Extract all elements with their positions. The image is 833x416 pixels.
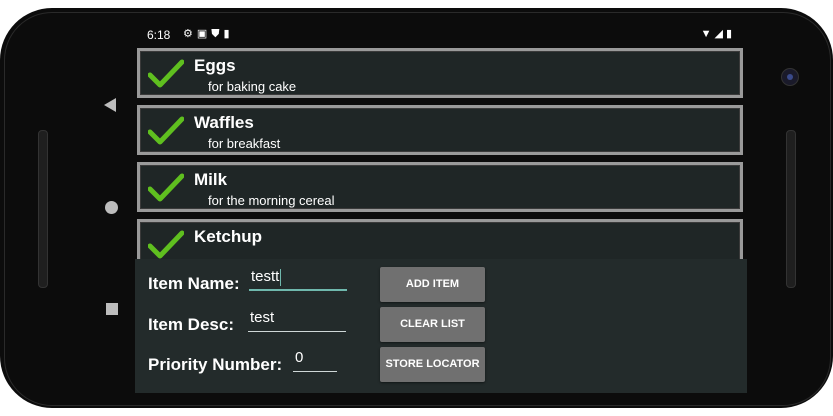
add-item-button[interactable]: ADD ITEM	[380, 267, 485, 302]
list-item[interactable]: Eggs for baking cake	[137, 48, 743, 98]
checkmark-icon	[148, 173, 184, 202]
item-desc-label: Item Desc:	[148, 315, 234, 334]
item-name: Waffles	[194, 113, 254, 132]
item-name: Eggs	[194, 56, 236, 75]
item-name: Milk	[194, 170, 228, 189]
nav-back-icon[interactable]	[104, 98, 116, 112]
item-desc-field[interactable]: test	[248, 308, 346, 332]
battery-icon: ▮	[725, 28, 735, 40]
item-desc: for the morning cereal	[208, 193, 335, 208]
checkmark-icon	[148, 116, 184, 145]
a-icon: ▣	[196, 28, 212, 40]
sd-card-icon: ▮	[223, 28, 234, 40]
status-icons-left: ⚙▣⛊▮	[183, 27, 234, 41]
clear-list-button[interactable]: CLEAR LIST	[380, 307, 485, 342]
background-strip	[0, 408, 833, 416]
wifi-icon: ▼	[700, 28, 715, 40]
grocery-list[interactable]: Eggs for baking cake Waffles for breakfa…	[135, 46, 747, 259]
add-item-form: Item Name: testt Item Desc: test Priorit…	[135, 259, 747, 393]
priority-label: Priority Number:	[148, 355, 283, 374]
phone-speaker-left	[38, 130, 48, 288]
item-name-value: testt	[251, 268, 280, 285]
signal-icon: ◢	[714, 28, 726, 40]
item-desc: for baking cake	[208, 79, 297, 94]
status-icons-right: ▼◢▮	[701, 27, 735, 40]
priority-value: 0	[295, 349, 304, 366]
nav-home-icon[interactable]	[105, 201, 118, 214]
item-desc: for breakfast	[208, 136, 281, 151]
phone-speaker-right	[786, 130, 796, 288]
item-name: Ketchup	[194, 227, 262, 246]
item-name-field[interactable]: testt	[249, 267, 347, 291]
gear-icon: ⚙	[183, 28, 197, 40]
status-time: 6:18	[147, 28, 171, 42]
app-screen: 6:18 ⚙▣⛊▮ ▼◢▮ Eggs for baking cake Waffl…	[135, 22, 747, 393]
front-camera	[781, 68, 799, 86]
list-item[interactable]: Ketchup	[137, 219, 743, 259]
list-item[interactable]: Milk for the morning cereal	[137, 162, 743, 212]
checkmark-icon	[148, 59, 184, 88]
nav-recents-icon[interactable]	[106, 303, 118, 315]
priority-field[interactable]: 0	[293, 348, 337, 372]
item-desc-value: test	[250, 309, 275, 326]
store-locator-button[interactable]: STORE LOCATOR	[380, 347, 485, 382]
item-name-label: Item Name:	[148, 274, 240, 293]
status-bar: 6:18 ⚙▣⛊▮ ▼◢▮	[135, 22, 747, 46]
list-item[interactable]: Waffles for breakfast	[137, 105, 743, 155]
shield-icon: ⛊	[211, 28, 224, 40]
checkmark-icon	[148, 230, 184, 259]
